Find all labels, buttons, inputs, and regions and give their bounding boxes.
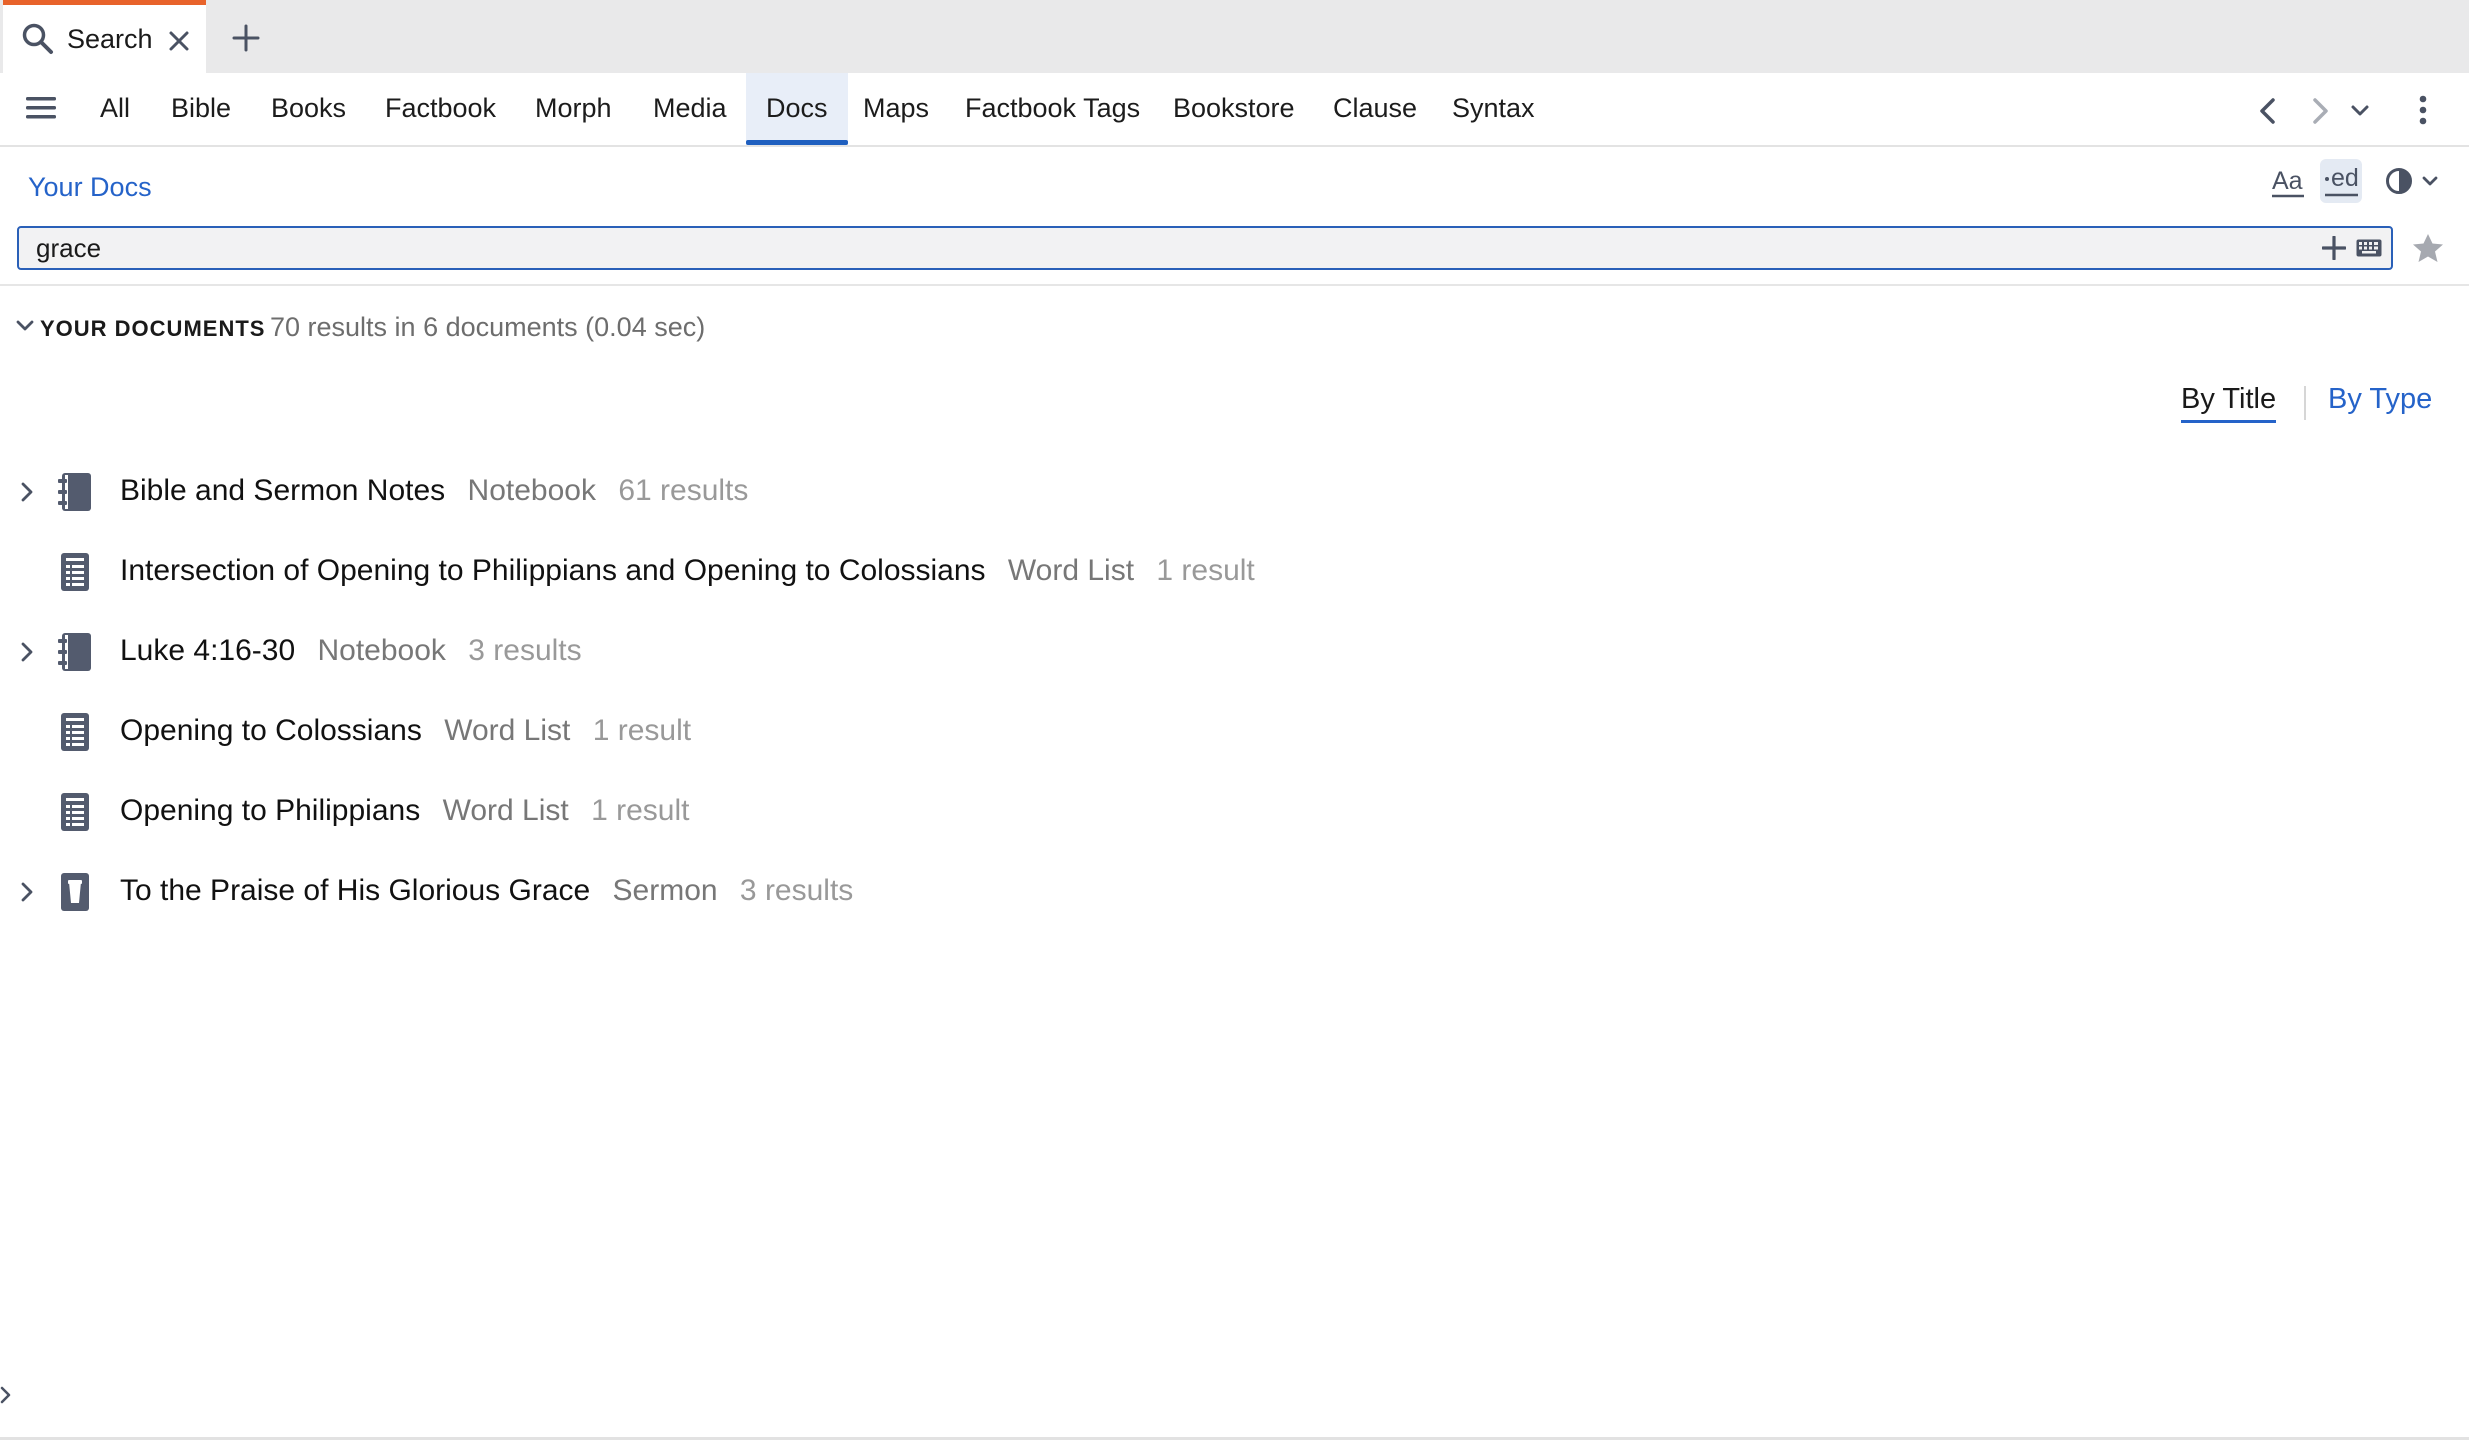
tab-bible[interactable]: Bible [157, 73, 245, 145]
tab-morph[interactable]: Morph [521, 73, 626, 145]
tab-bookstore[interactable]: Bookstore [1159, 73, 1309, 145]
result-count: 1 result [592, 714, 692, 747]
results-summary: 70 results in 6 documents (0.04 sec) [270, 312, 706, 342]
tab-factbook-tags[interactable]: Factbook Tags [951, 73, 1154, 145]
chevron-down-icon[interactable] [2350, 104, 2370, 118]
result-type: Word List [444, 714, 571, 747]
result-title: Bible and Sermon Notes [120, 474, 446, 507]
word-list-icon [58, 792, 92, 832]
font-size-glyph: Aa [2272, 167, 2303, 195]
chevron-left-icon[interactable] [2258, 97, 2278, 125]
result-count: 3 results [739, 874, 854, 907]
divider [0, 284, 2469, 286]
close-icon[interactable] [168, 30, 190, 52]
add-term-plus-icon[interactable] [2322, 236, 2346, 260]
result-type: Word List [442, 794, 569, 827]
tab-clause[interactable]: Clause [1319, 73, 1431, 145]
result-type: Notebook [317, 634, 446, 667]
tab-books[interactable]: Books [257, 73, 360, 145]
result-row[interactable]: To the Praise of His Glorious Grace Serm… [0, 861, 2469, 921]
tab-syntax[interactable]: Syntax [1438, 73, 1549, 145]
sermon-icon [58, 872, 92, 912]
chevron-right-icon[interactable] [2310, 97, 2330, 125]
expand-chevron-right-icon[interactable] [20, 642, 34, 662]
search-icon [21, 22, 55, 56]
sort-by-title-button[interactable]: By Title [2181, 383, 2277, 423]
expand-chevron-right-icon[interactable] [20, 482, 34, 502]
sort-divider [2304, 386, 2306, 420]
result-title: Intersection of Opening to Philippians a… [120, 554, 986, 587]
result-title: Opening to Philippians [120, 794, 421, 827]
result-row[interactable]: Luke 4:16-30 Notebook 3 results [0, 621, 2469, 681]
tab-strip: Search [0, 0, 2469, 73]
sort-by-type-button[interactable]: By Type [2328, 383, 2432, 416]
scope-link[interactable]: Your Docs [28, 172, 152, 203]
hamburger-menu-icon[interactable] [26, 95, 56, 121]
result-count: 1 result [591, 794, 690, 827]
result-row[interactable]: Opening to Colossians Word List 1 result [0, 701, 2469, 761]
tab-all[interactable]: All [86, 73, 144, 145]
search-kind-nav: All Bible Books Factbook Morph Media Doc… [0, 73, 2469, 147]
font-size-icon[interactable]: Aa [2270, 163, 2306, 201]
favorite-star-icon[interactable] [2412, 233, 2444, 263]
result-row[interactable]: Bible and Sermon Notes Notebook 61 resul… [0, 461, 2469, 521]
tab-docs[interactable]: Docs [746, 73, 848, 145]
result-type: Notebook [467, 474, 596, 507]
result-count: 61 results [618, 474, 749, 507]
panel-toggle-chevron-icon[interactable] [0, 1385, 12, 1405]
expand-chevron-right-icon[interactable] [20, 882, 34, 902]
result-type: Word List [1007, 554, 1135, 587]
tab-title: Search [67, 24, 153, 54]
search-input[interactable] [19, 228, 2299, 268]
result-title: To the Praise of His Glorious Grace [120, 874, 591, 907]
result-count: 1 result [1156, 554, 1255, 587]
more-options-icon[interactable] [2418, 95, 2428, 125]
search-tab[interactable]: Search [3, 0, 206, 73]
visual-filter-icon[interactable] [2385, 165, 2445, 199]
tab-maps[interactable]: Maps [849, 73, 943, 145]
result-title: Opening to Colossians [120, 714, 422, 747]
collapse-chevron-down-icon[interactable] [16, 320, 34, 332]
keyboard-icon[interactable] [2356, 238, 2382, 258]
result-row[interactable]: Opening to Philippians Word List 1 resul… [0, 781, 2469, 841]
result-type: Sermon [612, 874, 718, 907]
section-title: YOUR DOCUMENTS [40, 316, 266, 341]
result-count: 3 results [468, 634, 582, 667]
edit-mode-icon[interactable]: ed [2320, 159, 2362, 203]
result-row[interactable]: Intersection of Opening to Philippians a… [0, 541, 2469, 601]
new-tab-plus-icon[interactable] [232, 24, 260, 52]
tab-factbook[interactable]: Factbook [371, 73, 510, 145]
word-list-icon [58, 712, 92, 752]
word-list-icon [58, 552, 92, 592]
notebook-icon [58, 632, 92, 672]
result-title: Luke 4:16-30 [120, 634, 296, 667]
edit-mode-glyph: ed [2331, 164, 2359, 192]
tab-media[interactable]: Media [639, 73, 741, 145]
notebook-icon [58, 472, 92, 512]
search-field[interactable] [17, 226, 2393, 270]
